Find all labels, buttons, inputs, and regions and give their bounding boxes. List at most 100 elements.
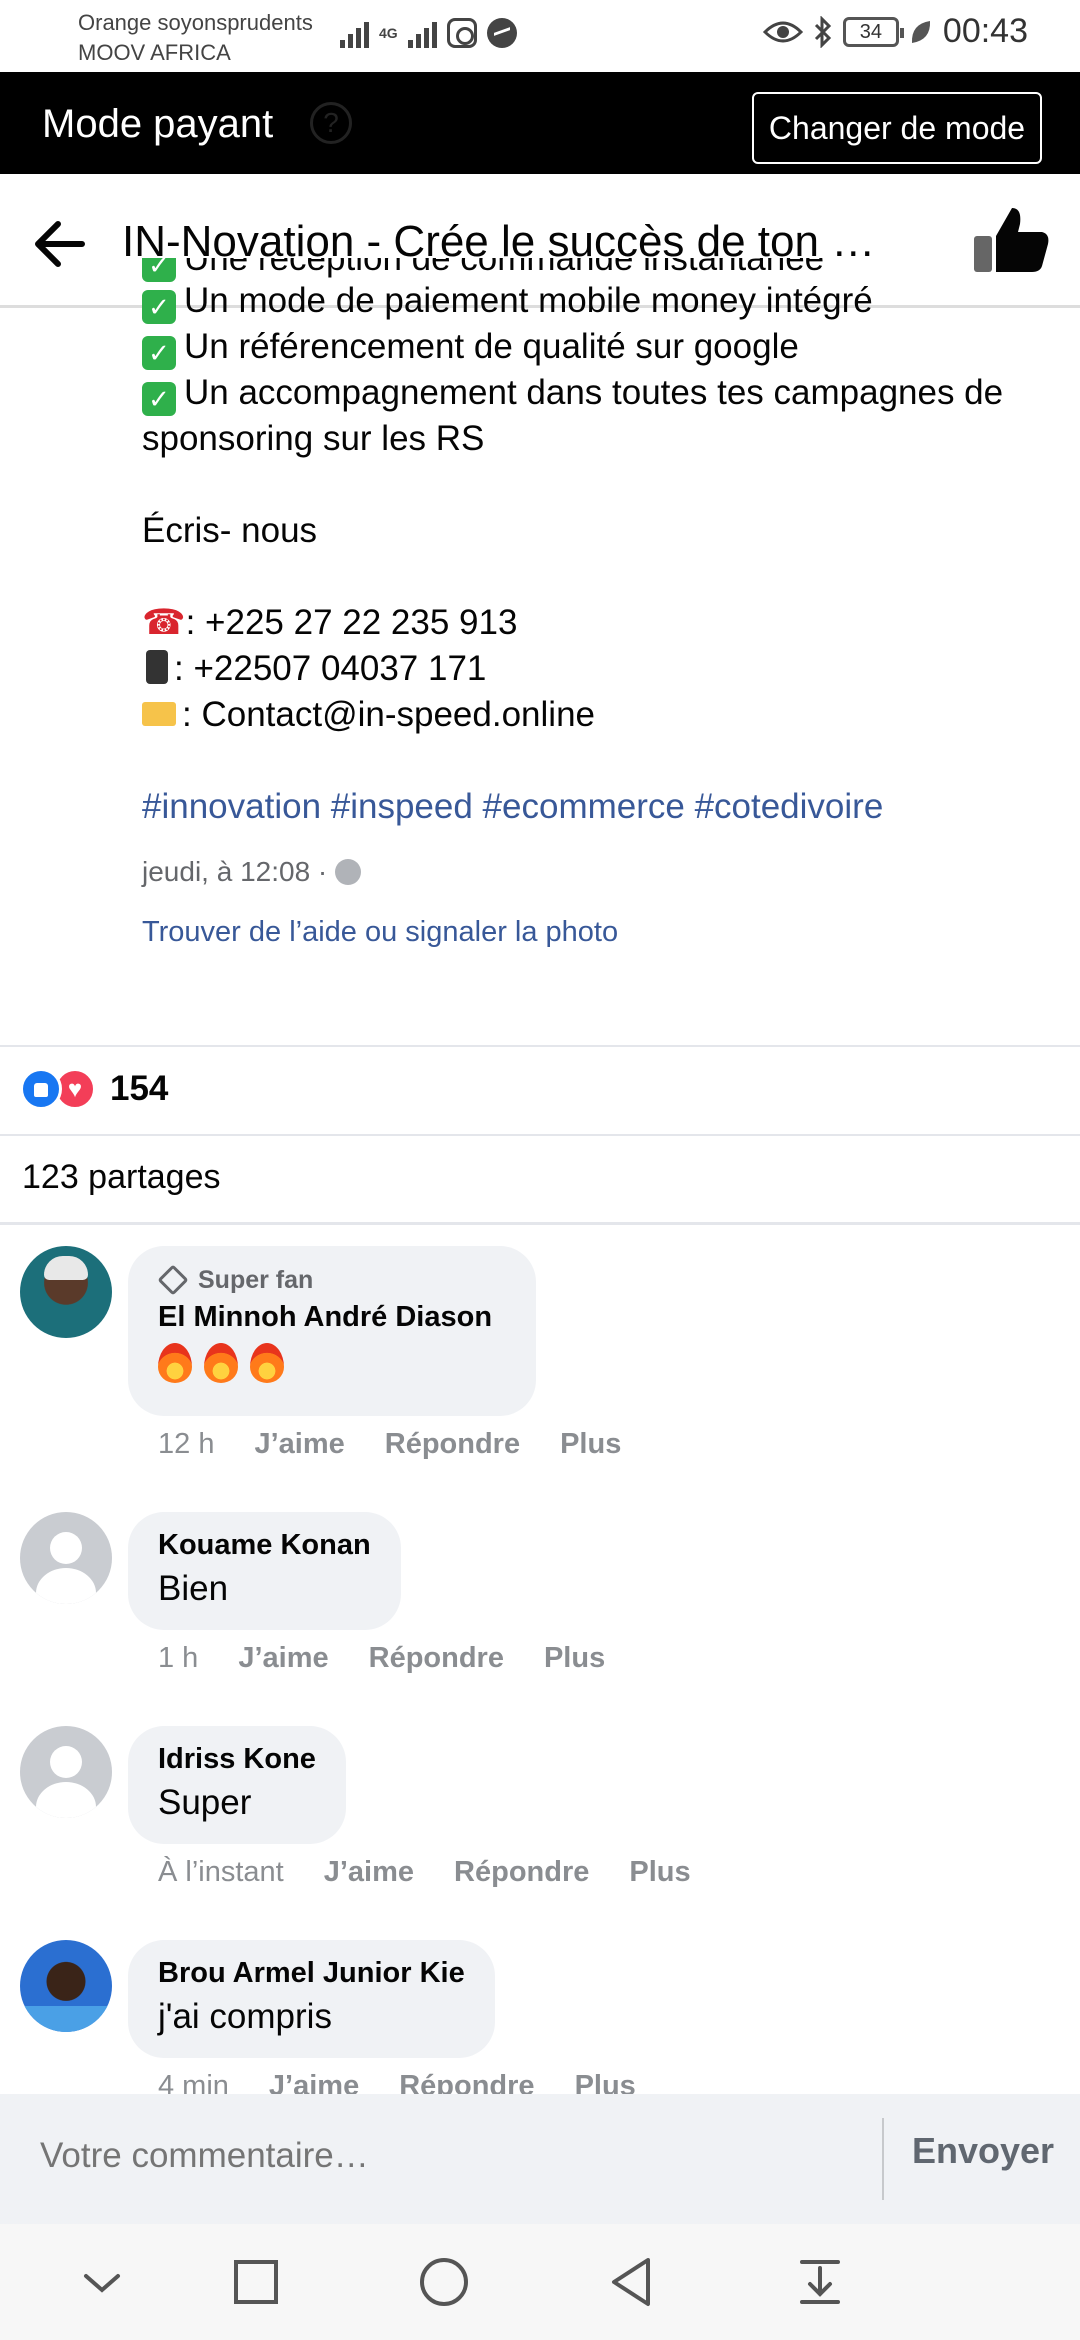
comment-time: 1 h [158,1642,199,1674]
carrier-line-2: MOOV AFRICA [78,40,231,65]
more-action[interactable]: Plus [560,1424,621,1464]
like-reaction-icon [20,1068,62,1110]
avatar[interactable] [20,1940,112,2032]
carrier-info: Orange soyonsprudents MOOV AFRICA [78,8,313,68]
reply-action[interactable]: Répondre [385,1424,520,1464]
comment-composer: Envoyer [0,2094,1080,2224]
bluetooth-icon [814,15,832,48]
timestamp-text: jeudi, à 12:08 · [142,856,328,887]
carrier-line-1: Orange soyonsprudents [78,10,313,35]
post-line: ✓ Un référencement de qualité sur google [142,324,1062,370]
write-us-text: Écris- nous [142,511,318,550]
comment-text: j'ai compris [158,1997,332,2036]
post-body: ✓ Une réception de commande instantanée ✓… [142,258,1062,952]
hashtags[interactable]: #innovation #inspeed #ecommerce #cotediv… [142,784,1062,830]
messenger-icon [486,18,517,48]
comment-actions: 12 h J’aime Répondre Plus [158,1424,621,1464]
signal-icon [340,18,369,48]
phone-2-text: : +22507 04037 171 [174,649,487,688]
mode-title: Mode payant [42,102,274,146]
status-icons-right: 34 00:43 [762,12,1028,51]
status-bar: Orange soyonsprudents MOOV AFRICA 4G 34 … [0,0,1080,72]
check-icon: ✓ [142,382,176,416]
eye-icon [762,21,803,42]
post-line: ✓ Un accompagnement dans toutes tes campa… [142,370,1062,462]
divider [882,2118,884,2200]
more-action[interactable]: Plus [629,1852,690,1892]
avatar[interactable] [20,1512,112,1604]
fire-emoji-icon [158,1342,192,1383]
like-action[interactable]: J’aime [238,1638,328,1678]
phone-1-text: : +225 27 22 235 913 [185,603,518,642]
like-action[interactable]: J’aime [254,1424,344,1464]
comment-time: À l’instant [158,1856,284,1888]
fire-emoji-icon [250,1342,284,1383]
chevron-down-icon[interactable] [74,2254,130,2310]
check-icon: ✓ [142,336,176,370]
back-triangle-icon[interactable] [604,2254,660,2310]
avatar[interactable] [20,1726,112,1818]
comment-author[interactable]: Idriss Kone [158,1738,316,1780]
avatar[interactable] [20,1246,112,1338]
comment-text [158,1338,506,1384]
post-line-text: Un référencement de qualité sur google [184,327,799,366]
instagram-icon [446,18,477,48]
recents-square-icon[interactable] [228,2254,284,2310]
comment-actions: À l’instant J’aime Répondre Plus [158,1852,691,1892]
globe-icon [335,859,362,885]
fire-emoji-icon [204,1342,238,1383]
reaction-count: 154 [110,1069,169,1108]
comment-bubble[interactable]: Brou Armel Junior Kie j'ai compris [128,1940,495,2058]
divider [0,1134,1080,1136]
status-icons-left: 4G [340,18,517,48]
post-timestamp: jeudi, à 12:08 · [142,852,1062,892]
thumbs-up-icon[interactable] [972,204,1050,274]
email-text: : Contact@in-speed.online [182,695,595,734]
like-action[interactable]: J’aime [324,1852,414,1892]
comment-author[interactable]: Kouame Konan [158,1524,371,1566]
reply-action[interactable]: Répondre [454,1852,589,1892]
system-nav-bar [0,2224,1080,2340]
divider [0,1222,1080,1225]
telephone-icon: ☎ [142,603,186,642]
more-action[interactable]: Plus [544,1638,605,1678]
signal-icon-2 [407,18,437,48]
comment-author[interactable]: El Minnoh André Diason [158,1296,506,1338]
leaf-icon [911,20,930,43]
diamond-icon [157,1264,189,1296]
phone-line-2: : +22507 04037 171 [142,646,1062,692]
comment-author[interactable]: Brou Armel Junior Kie [158,1952,465,1994]
divider [0,1045,1080,1047]
check-icon: ✓ [142,290,176,324]
post-line: ✓ Un mode de paiement mobile money intégr… [142,278,1062,324]
mobile-phone-icon [146,650,168,684]
back-arrow-icon[interactable] [30,214,90,274]
envelope-icon [142,702,176,726]
clock: 00:43 [942,12,1028,50]
home-circle-icon[interactable] [416,2254,472,2310]
notification-pull-icon[interactable] [792,2254,848,2310]
super-fan-badge: Super fan [157,1264,506,1296]
badge-text: Super fan [198,1266,314,1294]
comment-text: Super [158,1783,252,1822]
comment-time: 12 h [158,1428,215,1460]
comment-bubble[interactable]: Kouame Konan Bien [128,1512,401,1630]
report-photo-link[interactable]: Trouver de l’aide ou signaler la photo [142,912,1062,952]
reactions-summary[interactable]: 154 [20,1067,168,1111]
question-icon[interactable]: ? [310,102,352,144]
post-line-text: Un accompagnement dans toutes tes campag… [142,373,1013,458]
comment-input[interactable] [40,2136,840,2176]
comment-bubble[interactable]: Super fan El Minnoh André Diason [128,1246,536,1416]
reply-action[interactable]: Répondre [369,1638,504,1678]
email-line: : Contact@in-speed.online [142,692,1062,738]
phone-line-1: ☎: +225 27 22 235 913 [142,600,1062,646]
send-button[interactable]: Envoyer [912,2130,1054,2172]
shares-count[interactable]: 123 partages [22,1154,221,1200]
post-line-text: Un mode de paiement mobile money intégré [184,281,873,320]
network-type-label: 4G [379,25,398,41]
change-mode-button[interactable]: Changer de mode [752,92,1042,164]
mode-bar: Mode payant ? Changer de mode [0,72,1080,174]
comment-actions: 1 h J’aime Répondre Plus [158,1638,605,1678]
comment-bubble[interactable]: Idriss Kone Super [128,1726,346,1844]
comment-text: Bien [158,1569,229,1608]
